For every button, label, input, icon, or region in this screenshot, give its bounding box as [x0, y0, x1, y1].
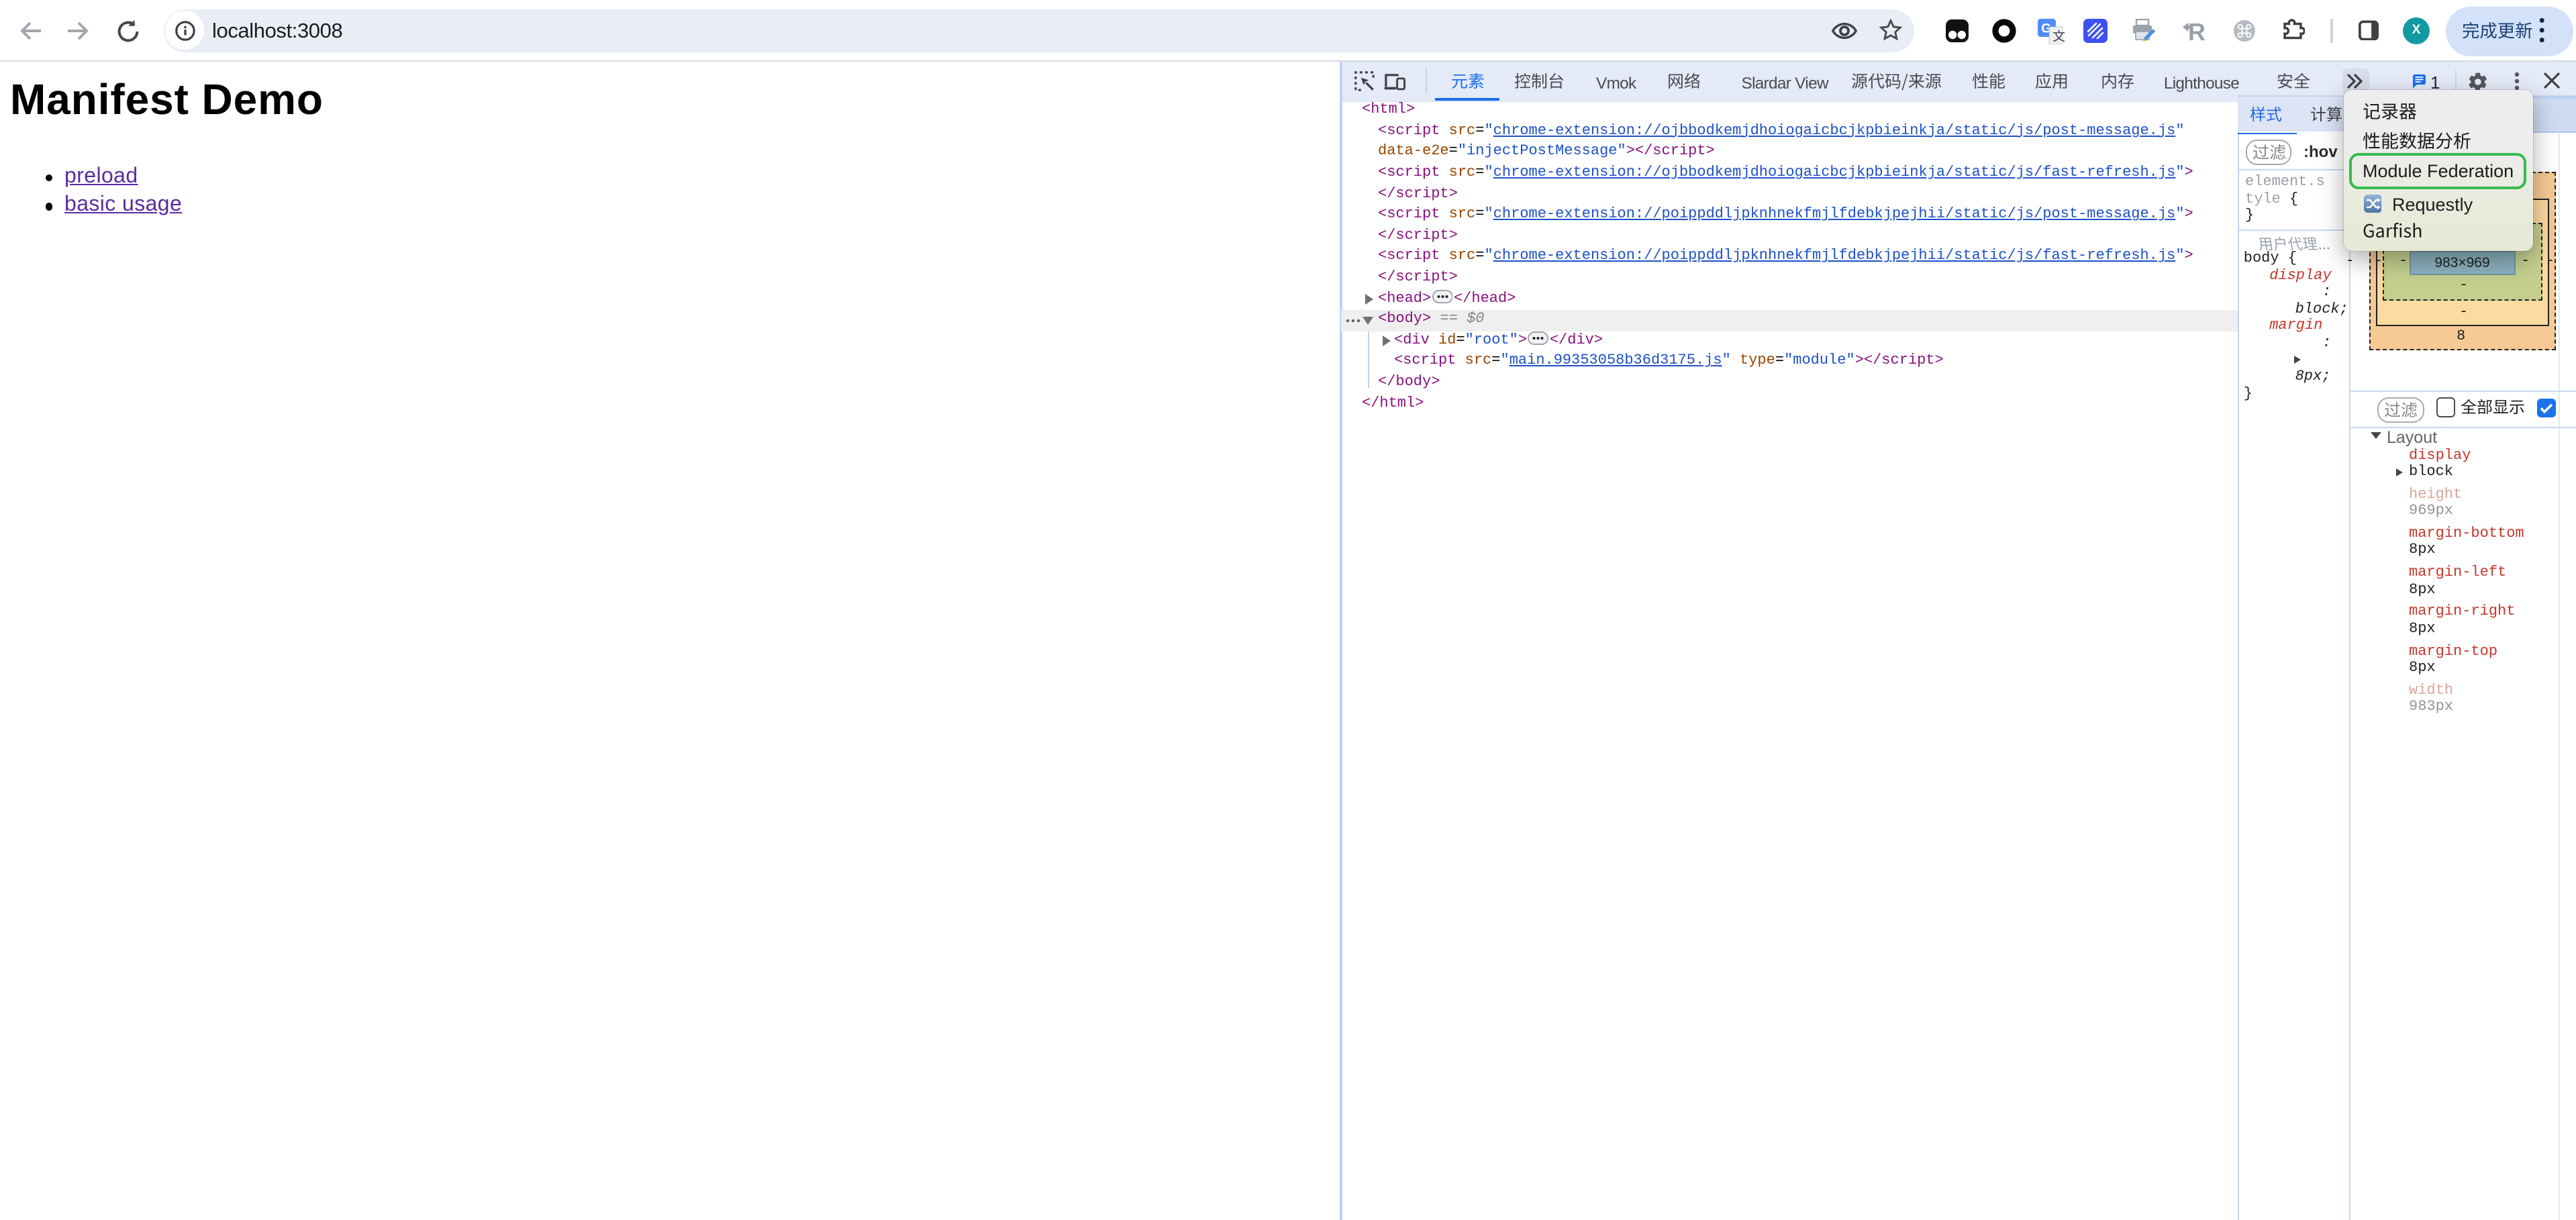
- svg-text:R: R: [2188, 18, 2206, 44]
